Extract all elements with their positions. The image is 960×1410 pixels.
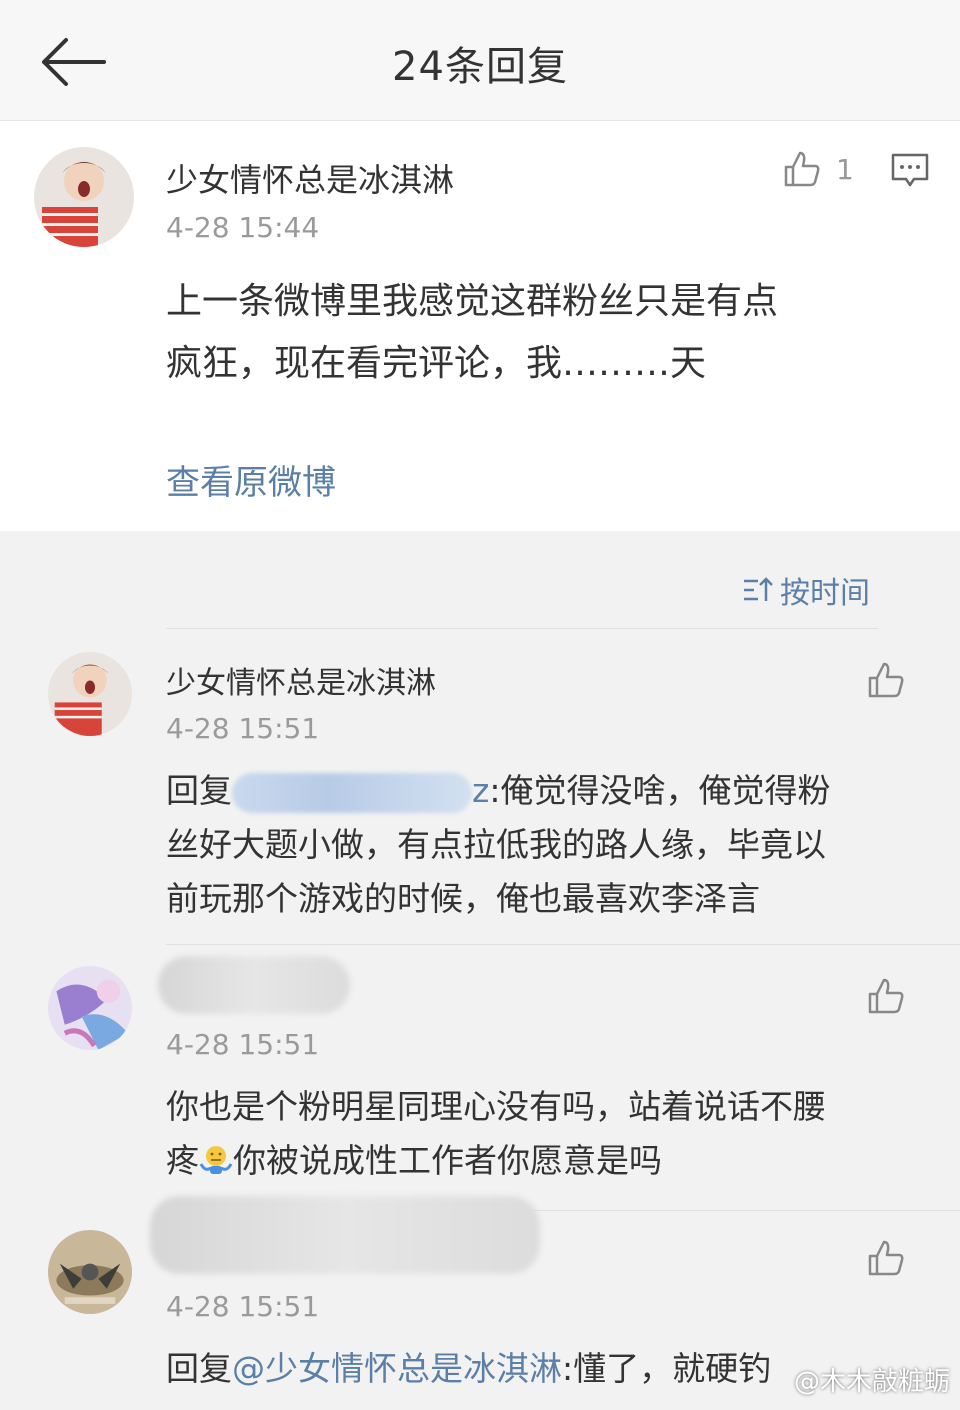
thumbs-up-icon[interactable] (866, 976, 906, 1016)
divider (166, 944, 960, 945)
sort-toggle[interactable]: 按时间 (742, 568, 870, 612)
reply-prefix: 回复 (166, 1349, 232, 1388)
user-avatar[interactable] (48, 1230, 132, 1314)
username[interactable]: 少女情怀总是冰淇淋 (166, 658, 436, 702)
reply-line: 疼你被说成性工作者你愿意是吗 (166, 1134, 926, 1188)
username[interactable]: 少女情怀总是冰淇淋 (166, 155, 454, 201)
timestamp: 4-28 15:51 (166, 1028, 320, 1061)
sort-icon (744, 577, 773, 601)
reply-text: 你也是个粉明星同理心没有吗，站着说话不腰 疼你被说成性工作者你愿意是吗 (166, 1080, 926, 1188)
reply-line-text: 疼 (166, 1141, 199, 1180)
user-avatar[interactable] (48, 966, 132, 1050)
timestamp: 4-28 15:44 (166, 211, 320, 244)
reply-prefix: 回复 (166, 771, 232, 810)
reply-text: 回复 z:俺觉得没啥，俺觉得粉 丝好大题小做，有点拉低我的路人缘，毕竟以 前玩那个… (166, 764, 926, 926)
redacted-mention (232, 772, 472, 813)
mention-tail[interactable]: z (472, 771, 489, 810)
reply-line: 前玩那个游戏的时候，俺也最喜欢李泽言 (166, 879, 760, 918)
redacted-username (158, 956, 350, 1014)
top-bar: 24条回复 (0, 0, 960, 121)
comment-icon[interactable] (890, 151, 930, 191)
sort-label: 按时间 (780, 576, 870, 611)
reply-line-text: :懂了，就硬钓 (562, 1349, 772, 1388)
timestamp: 4-28 15:51 (166, 1290, 320, 1323)
page-title: 24条回复 (392, 44, 568, 90)
reply-line: 你也是个粉明星同理心没有吗，站着说话不腰 (166, 1087, 826, 1126)
main-comment-card: 少女情怀总是冰淇淋 4-28 15:44 1 上一条微博里我感觉这群粉丝只是有点… (0, 121, 960, 531)
comment-text-line-1: 上一条微博里我感觉这群粉丝只是有点 (166, 281, 779, 322)
view-original-post-link[interactable]: 查看原微博 (166, 455, 336, 504)
watermark: @木木敲粧蛎 (793, 1367, 950, 1397)
thumbs-up-icon[interactable] (866, 1238, 906, 1278)
mention-link[interactable]: @少女情怀总是冰淇淋 (232, 1349, 562, 1388)
timestamp: 4-28 15:51 (166, 712, 320, 745)
user-avatar[interactable] (34, 147, 134, 247)
reply-line-text: :俺觉得没啥，俺觉得粉 (489, 771, 831, 810)
reply-line: 丝好大题小做，有点拉低我的路人缘，毕竟以 (166, 825, 826, 864)
user-avatar[interactable] (48, 652, 132, 736)
like-count: 1 (836, 153, 854, 186)
comment-text-line-2: 疯狂，现在看完评论，我………天 (166, 343, 707, 384)
thumbs-up-icon[interactable] (782, 149, 822, 189)
reply-line-text: 你被说成性工作者你愿意是吗 (233, 1141, 662, 1180)
redacted-username (150, 1196, 540, 1274)
thumbs-up-icon[interactable] (866, 660, 906, 700)
divider (166, 628, 878, 629)
reply-line: 回复 z:俺觉得没啥，俺觉得粉 (166, 764, 926, 818)
shrug-emoji-icon (199, 1146, 233, 1174)
